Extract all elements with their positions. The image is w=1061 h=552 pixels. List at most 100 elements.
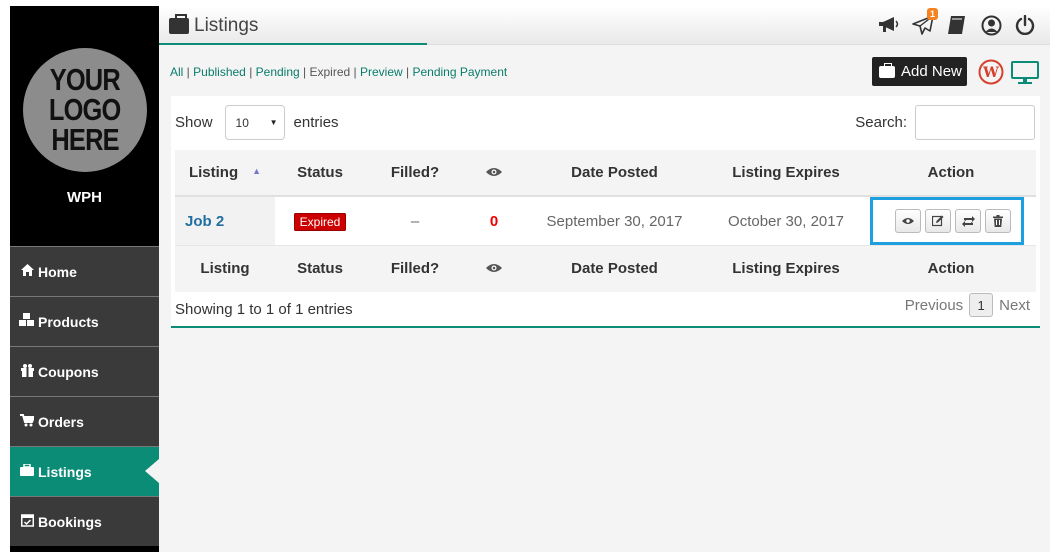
footer-listing: Listing: [175, 245, 275, 292]
eye-icon: [486, 264, 502, 273]
filter-pending[interactable]: Pending: [256, 65, 300, 79]
column-header-action[interactable]: Action: [866, 150, 1036, 197]
footer-action: Action: [866, 245, 1036, 292]
cell-listing: Job 2: [175, 196, 275, 246]
page-title-text: Listings: [194, 15, 259, 36]
cell-actions: [866, 196, 1036, 246]
sort-asc-icon: ▲: [252, 166, 262, 176]
briefcase-icon: [19, 463, 35, 479]
listings-panel: Show 10 entries Search: Listing▲ Status …: [171, 96, 1040, 328]
column-header-status[interactable]: Status: [275, 150, 365, 197]
sidebar-item-orders[interactable]: Orders: [10, 396, 159, 446]
gift-icon: [19, 363, 35, 380]
logo-line-2: LOGO: [49, 92, 121, 127]
notification-badge: 1: [926, 8, 938, 20]
column-header-views[interactable]: [465, 150, 523, 197]
sidebar-item-home[interactable]: Home: [10, 246, 159, 296]
table-info: Showing 1 to 1 of 1 entries: [175, 301, 353, 318]
sidebar-item-products[interactable]: Products: [10, 296, 159, 346]
show-label: Show: [175, 114, 213, 131]
listing-link[interactable]: Job 2: [185, 213, 224, 230]
paper-plane-icon[interactable]: 1: [912, 8, 938, 36]
megaphone-icon[interactable]: [878, 14, 900, 36]
page-title: Listings: [169, 14, 259, 37]
cart-icon: [19, 413, 36, 430]
briefcase-icon: [879, 62, 895, 78]
svg-text:W: W: [982, 65, 999, 81]
book-icon[interactable]: [946, 14, 968, 36]
logo-line-1: YOUR: [49, 62, 121, 97]
sidebar-item-label: Orders: [38, 413, 84, 430]
entries-value: 10: [235, 115, 249, 130]
sidebar-item-coupons[interactable]: Coupons: [10, 346, 159, 396]
filter-pending-payment[interactable]: Pending Payment: [412, 65, 507, 79]
entries-select[interactable]: 10: [224, 105, 285, 140]
user-circle-icon[interactable]: [980, 14, 1002, 36]
cubes-icon: [19, 313, 35, 330]
edit-icon: [932, 215, 944, 227]
sidebar-item-bookings[interactable]: Bookings: [10, 496, 159, 546]
column-header-listing[interactable]: Listing ▲: [175, 150, 275, 197]
relist-button[interactable]: [955, 209, 981, 233]
edit-button[interactable]: [925, 209, 951, 233]
cell-date-posted: September 30, 2017: [523, 196, 706, 246]
entries-control: Show 10 entries: [175, 105, 339, 140]
add-new-button[interactable]: Add New: [872, 57, 967, 86]
next-button[interactable]: Next: [999, 297, 1030, 314]
top-bar: Listings 1: [159, 6, 1050, 45]
cell-status: Expired: [275, 196, 365, 246]
sidebar-item-listings[interactable]: Listings: [10, 446, 159, 496]
delete-button[interactable]: [985, 209, 1011, 233]
sidebar-item-label: Coupons: [38, 363, 99, 380]
filter-all[interactable]: All: [170, 65, 183, 79]
relist-icon: [961, 215, 975, 227]
status-badge: Expired: [293, 212, 347, 231]
footer-filled: Filled?: [365, 245, 465, 292]
add-new-label: Add New: [901, 63, 962, 80]
footer-views: [465, 245, 523, 292]
site-name: WPH: [67, 189, 102, 206]
power-icon[interactable]: [1014, 14, 1036, 36]
table-row: Job 2 Expired – 0 September 30, 2017 Oct…: [175, 196, 1036, 246]
view-button[interactable]: [895, 209, 921, 233]
column-header-listing-expires[interactable]: Listing Expires: [706, 150, 866, 197]
brand-block: YOUR LOGO HERE WPH: [10, 6, 159, 246]
cell-expires: October 30, 2017: [706, 196, 866, 246]
cell-filled: –: [365, 196, 465, 246]
listings-table: Listing ▲ Status Filled? Date Posted List…: [175, 150, 1036, 292]
page-button-1[interactable]: 1: [969, 293, 994, 317]
column-header-filled[interactable]: Filled?: [365, 150, 465, 197]
search-input[interactable]: [915, 105, 1035, 140]
delete-icon: [993, 215, 1003, 227]
wordpress-icon[interactable]: W: [978, 59, 1004, 88]
views-count: 0: [489, 212, 499, 230]
title-underline: [159, 43, 427, 45]
sidebar-item-label: Products: [38, 313, 99, 330]
entries-label: entries: [293, 114, 339, 131]
briefcase-icon: [169, 14, 189, 34]
main-content: Listings 1 All | Published | Pending | E…: [159, 6, 1050, 552]
sidebar-item-label: Listings: [38, 463, 92, 480]
sidebar: YOUR LOGO HERE WPH Home Products Coupons…: [10, 6, 159, 552]
filter-published[interactable]: Published: [193, 65, 246, 79]
previous-button[interactable]: Previous: [905, 297, 963, 314]
sidebar-item-label: Bookings: [38, 513, 102, 530]
footer-listing-expires: Listing Expires: [706, 245, 866, 292]
filter-expired[interactable]: Expired: [310, 65, 351, 79]
sidebar-item-label: Home: [38, 263, 77, 280]
cell-views: 0: [465, 196, 523, 246]
pagination: Previous 1 Next: [905, 293, 1030, 317]
logo[interactable]: YOUR LOGO HERE: [23, 48, 147, 172]
monitor-icon[interactable]: [1011, 61, 1039, 88]
eye-icon: [486, 168, 502, 176]
footer-status: Status: [275, 245, 365, 292]
search-control: Search:: [855, 105, 1035, 140]
filter-preview[interactable]: Preview: [360, 65, 403, 79]
search-label: Search:: [855, 114, 907, 131]
home-icon: [19, 264, 35, 279]
header-icons: 1: [878, 8, 1036, 36]
action-buttons-highlight: [870, 197, 1024, 245]
footer-date-posted: Date Posted: [523, 245, 706, 292]
column-header-date-posted[interactable]: Date Posted: [523, 150, 706, 197]
view-icon: [902, 218, 914, 224]
